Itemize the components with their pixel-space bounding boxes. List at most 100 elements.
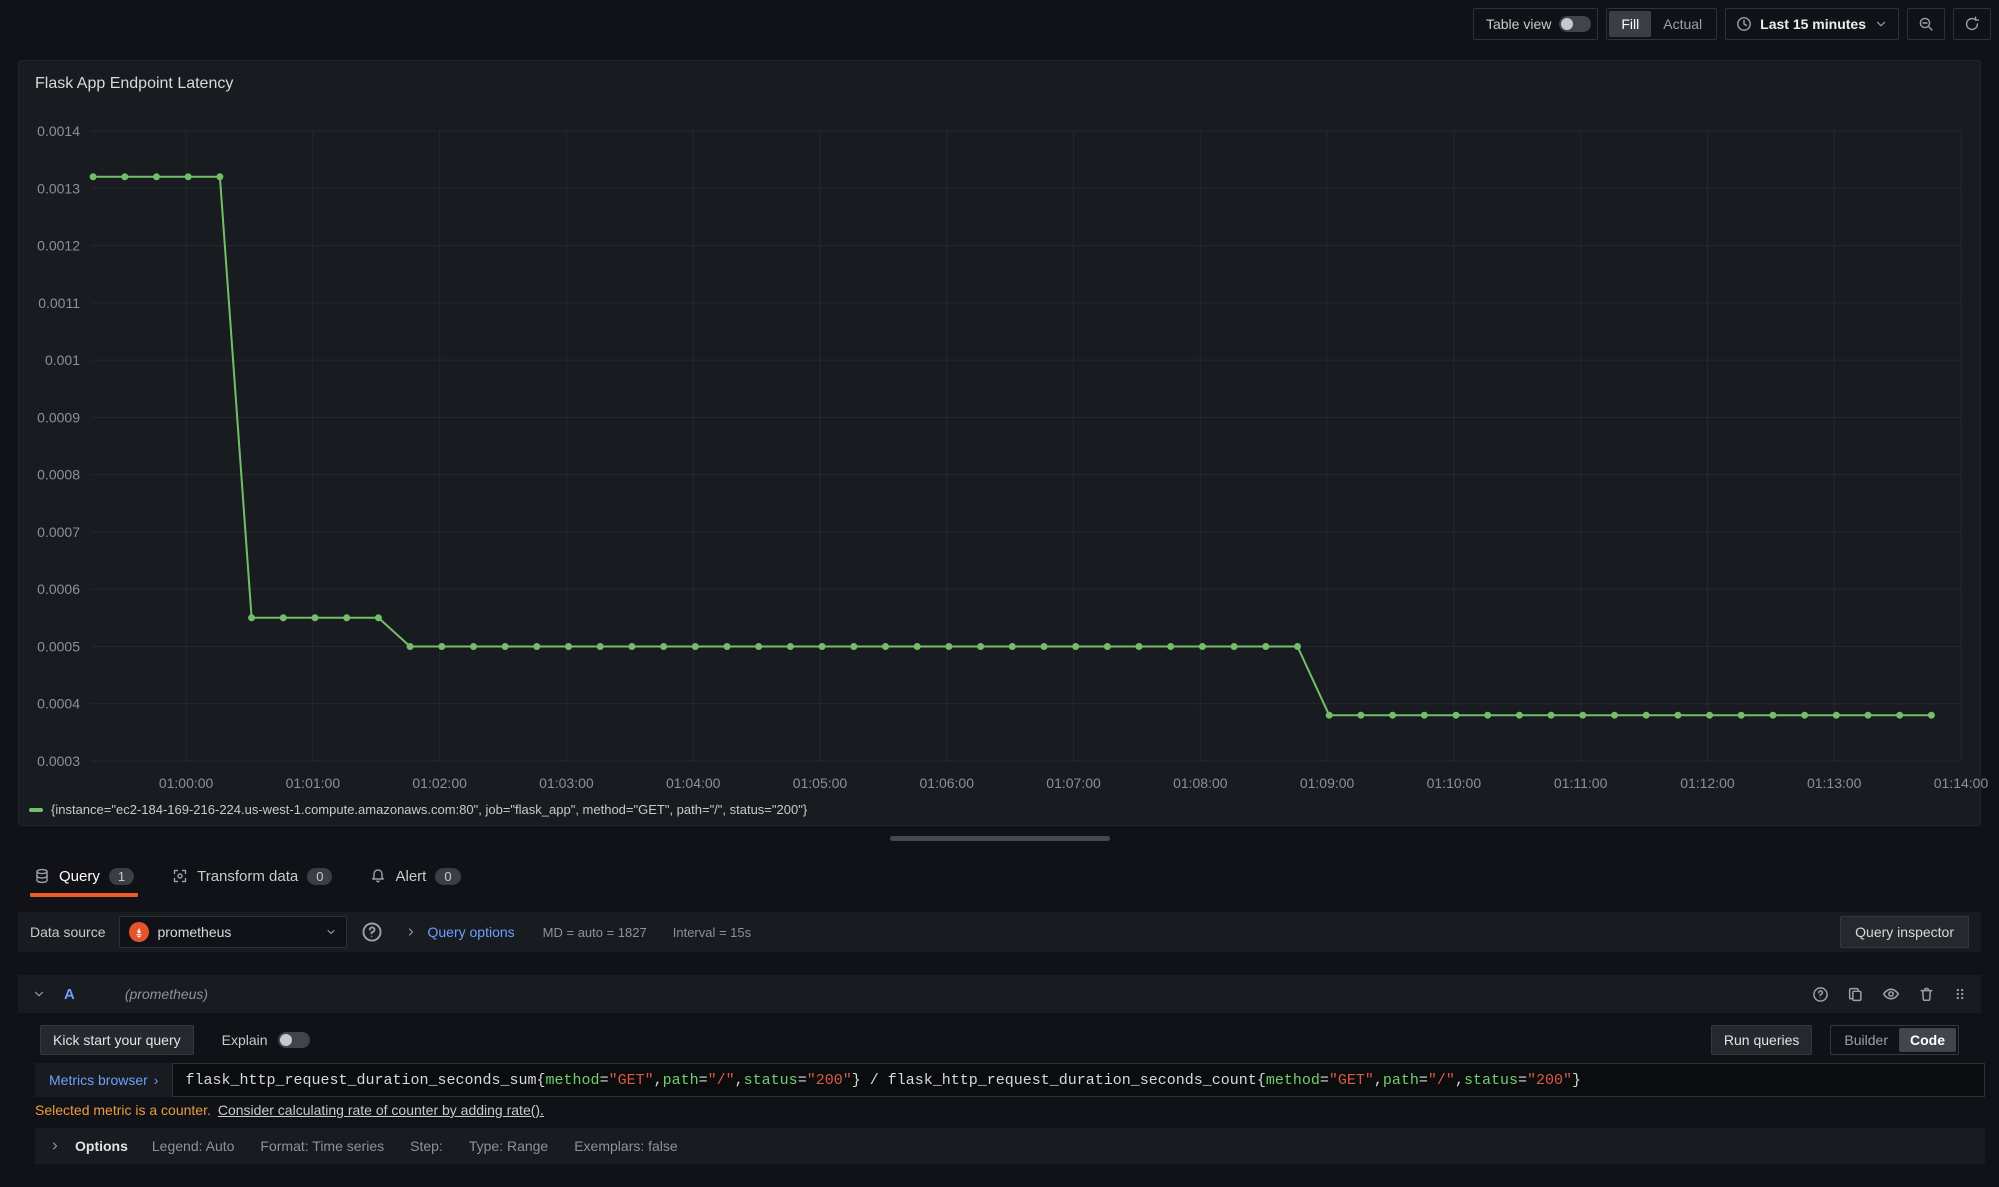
query-options-footer: Options Legend: AutoFormat: Time seriesS…: [35, 1128, 1985, 1164]
svg-text:0.0014: 0.0014: [37, 123, 80, 139]
query-inspector-label: Query inspector: [1855, 924, 1954, 940]
promql-token: "/": [1428, 1072, 1455, 1089]
query-row-header[interactable]: A (prometheus): [18, 975, 1981, 1013]
promql-token: "GET": [1329, 1072, 1374, 1089]
tab-alert[interactable]: Alert 0: [366, 855, 464, 897]
time-range-picker[interactable]: Last 15 minutes: [1725, 8, 1899, 40]
fill-option[interactable]: Fill: [1609, 11, 1651, 37]
svg-text:01:13:00: 01:13:00: [1807, 775, 1862, 791]
promql-token: "200": [1527, 1072, 1572, 1089]
svg-text:01:01:00: 01:01:00: [286, 775, 341, 791]
promql-code-input[interactable]: flask_http_request_duration_seconds_sum{…: [172, 1063, 1985, 1097]
svg-text:01:09:00: 01:09:00: [1300, 775, 1355, 791]
latency-chart[interactable]: 01:00:00 01:01:00 01:02:00 01:03:00 01:04:00…: [19, 101, 1982, 791]
tab-transform-count: 0: [307, 868, 332, 885]
promql-token: =: [798, 1072, 807, 1089]
promql-token: method: [1266, 1072, 1320, 1089]
svg-text:0.0004: 0.0004: [37, 696, 80, 712]
options-summary: Legend: AutoFormat: Time seriesStep:Type…: [152, 1138, 678, 1154]
explain-switch[interactable]: [278, 1032, 310, 1048]
query-options-label: Query options: [427, 924, 514, 940]
metrics-browser-toggle[interactable]: Metrics browser ›: [35, 1063, 172, 1097]
datasource-select[interactable]: prometheus: [119, 916, 347, 948]
promql-token: =: [600, 1072, 609, 1089]
explain-toggle-group[interactable]: Explain: [222, 1032, 310, 1048]
svg-text:0.0009: 0.0009: [37, 409, 80, 425]
promql-token: {: [537, 1072, 546, 1089]
datasource-help-icon[interactable]: [361, 921, 383, 943]
builder-option[interactable]: Builder: [1833, 1028, 1899, 1052]
svg-text:01:12:00: 01:12:00: [1680, 775, 1735, 791]
chevron-right-icon[interactable]: [49, 1140, 61, 1152]
query-inspector-button[interactable]: Query inspector: [1840, 916, 1969, 948]
promql-token: {: [1257, 1072, 1266, 1089]
svg-text:01:02:00: 01:02:00: [412, 775, 467, 791]
panel-resize-handle[interactable]: [890, 836, 1110, 841]
datasource-label: Data source: [30, 924, 105, 940]
query-options-toggle[interactable]: Query options: [405, 924, 514, 940]
tab-transform-label: Transform data: [197, 868, 298, 885]
datasource-value: prometheus: [157, 924, 231, 940]
code-option[interactable]: Code: [1899, 1028, 1956, 1052]
legend-item[interactable]: {instance="ec2-184-169-216-224.us-west-1…: [29, 802, 807, 817]
option-summary-item: Type: Range: [469, 1138, 548, 1154]
svg-text:0.0005: 0.0005: [37, 638, 80, 654]
tab-alert-count: 0: [435, 868, 460, 885]
tab-query[interactable]: Query 1: [30, 855, 138, 897]
svg-text:01:04:00: 01:04:00: [666, 775, 721, 791]
max-data-points-text: MD = auto = 1827: [543, 925, 647, 940]
add-rate-hint-link[interactable]: Consider calculating rate of counter by …: [218, 1102, 544, 1118]
legend-series-label: {instance="ec2-184-169-216-224.us-west-1…: [51, 802, 807, 817]
svg-text:01:00:00: 01:00:00: [159, 775, 214, 791]
run-queries-button[interactable]: Run queries: [1711, 1025, 1813, 1055]
database-icon: [34, 868, 50, 884]
duplicate-query-icon[interactable]: [1847, 986, 1864, 1003]
prometheus-logo-icon: [129, 922, 149, 942]
svg-text:0.0003: 0.0003: [37, 753, 80, 769]
run-queries-label: Run queries: [1724, 1032, 1800, 1048]
option-summary-item: Legend: Auto: [152, 1138, 235, 1154]
svg-text:01:06:00: 01:06:00: [920, 775, 975, 791]
datasource-row: Data source prometheus Query options MD …: [18, 912, 1981, 952]
query-help-icon[interactable]: [1812, 986, 1829, 1003]
drag-handle-icon[interactable]: [1953, 986, 1967, 1002]
svg-text:0.0012: 0.0012: [37, 238, 80, 254]
query-options-summary: MD = auto = 1827 Interval = 15s: [543, 925, 751, 940]
promql-token: path: [1383, 1072, 1419, 1089]
zoom-out-icon: [1918, 16, 1934, 32]
toggle-visibility-icon[interactable]: [1882, 985, 1900, 1003]
promql-token: =: [699, 1072, 708, 1089]
chevron-down-icon: [325, 926, 337, 938]
svg-text:0.0008: 0.0008: [37, 467, 80, 483]
panel-title: Flask App Endpoint Latency: [19, 61, 1980, 93]
warning-text: Selected metric is a counter.: [35, 1102, 211, 1118]
collapse-chevron-icon[interactable]: [32, 987, 46, 1001]
zoom-out-button[interactable]: [1907, 8, 1945, 40]
delete-query-icon[interactable]: [1918, 986, 1935, 1003]
tab-transform-data[interactable]: Transform data 0: [168, 855, 336, 897]
bell-icon: [370, 868, 386, 884]
svg-text:0.0011: 0.0011: [38, 295, 80, 311]
chevron-right-icon: [405, 926, 417, 938]
promql-token: "200": [807, 1072, 852, 1089]
refresh-button[interactable]: [1953, 8, 1991, 40]
svg-text:0.0007: 0.0007: [37, 524, 80, 540]
option-summary-item: Format: Time series: [260, 1138, 384, 1154]
svg-text:01:07:00: 01:07:00: [1046, 775, 1101, 791]
options-toggle-label[interactable]: Options: [75, 1138, 128, 1154]
kick-start-query-button[interactable]: Kick start your query: [40, 1025, 194, 1055]
promql-token: }: [852, 1072, 861, 1089]
promql-editor-row: Metrics browser › flask_http_request_dur…: [35, 1063, 1985, 1097]
svg-text:01:05:00: 01:05:00: [793, 775, 848, 791]
query-row-actions: [1812, 985, 1967, 1003]
refresh-icon: [1964, 16, 1980, 32]
chevron-right-icon: ›: [154, 1072, 159, 1088]
svg-text:01:03:00: 01:03:00: [539, 775, 594, 791]
table-view-toggle-group[interactable]: Table view: [1473, 8, 1598, 40]
editor-right-controls: Run queries Builder Code: [1711, 1025, 1959, 1055]
query-datasource-hint: (prometheus): [125, 986, 208, 1002]
table-view-switch[interactable]: [1559, 16, 1591, 32]
promql-token: ,: [1455, 1072, 1464, 1089]
actual-option[interactable]: Actual: [1651, 11, 1714, 37]
editor-tabs: Query 1 Transform data 0 Alert 0: [18, 855, 477, 897]
